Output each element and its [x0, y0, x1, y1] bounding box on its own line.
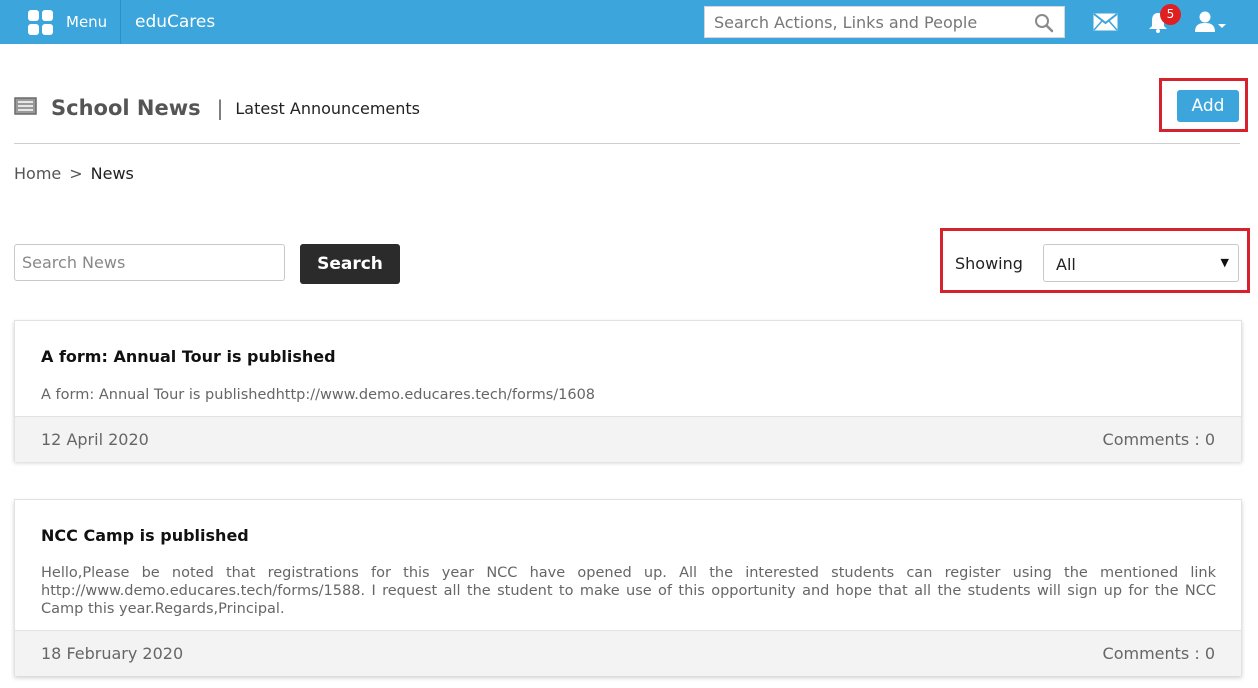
news-footer: 18 February 2020 Comments : 0 [15, 630, 1241, 676]
page-subtitle: Latest Announcements [235, 98, 421, 118]
news-search-button[interactable]: Search [300, 244, 400, 284]
user-account-icon[interactable] [1194, 10, 1228, 38]
search-icon[interactable] [1034, 13, 1054, 37]
menu-button[interactable]: Menu [14, 0, 121, 44]
showing-select[interactable]: All ▼ [1043, 244, 1239, 282]
newspaper-icon [14, 97, 37, 119]
breadcrumb-current: News [90, 164, 134, 183]
notification-count-badge: 5 [1160, 4, 1181, 25]
grid-menu-icon [28, 9, 53, 35]
page-title: School News [51, 96, 201, 120]
brand-link[interactable]: eduCares [135, 12, 215, 32]
breadcrumb-home-link[interactable]: Home [14, 164, 61, 183]
page-header: School News | Latest Announcements [14, 88, 420, 128]
header-divider [14, 143, 1240, 144]
news-comments-count[interactable]: Comments : 0 [1103, 430, 1215, 449]
global-search-input[interactable] [705, 7, 1025, 37]
title-separator: | [216, 96, 224, 120]
news-title[interactable]: A form: Annual Tour is published [41, 347, 336, 366]
news-comments-count[interactable]: Comments : 0 [1103, 644, 1215, 663]
breadcrumb-separator: > [69, 164, 83, 183]
global-search [704, 6, 1065, 38]
news-body: Hello,Please be noted that registrations… [41, 565, 1216, 617]
showing-selected-value: All [1056, 255, 1076, 274]
news-search-input[interactable] [14, 244, 285, 281]
top-nav-bar: Menu eduCares 5 [0, 0, 1258, 44]
breadcrumb: Home > News [14, 164, 134, 183]
news-footer: 12 April 2020 Comments : 0 [15, 416, 1241, 462]
news-date: 18 February 2020 [41, 644, 184, 663]
news-title[interactable]: NCC Camp is published [41, 526, 249, 545]
news-card[interactable]: A form: Annual Tour is published A form:… [14, 320, 1242, 462]
showing-label: Showing [955, 254, 1023, 273]
news-body: A form: Annual Tour is publishedhttp://w… [41, 387, 596, 403]
news-card[interactable]: NCC Camp is published Hello,Please be no… [14, 499, 1242, 676]
mail-icon[interactable] [1093, 13, 1118, 35]
add-news-button[interactable]: Add [1177, 90, 1239, 122]
menu-label: Menu [66, 13, 108, 31]
news-date: 12 April 2020 [41, 430, 149, 449]
dropdown-caret-icon: ▼ [1220, 256, 1229, 269]
